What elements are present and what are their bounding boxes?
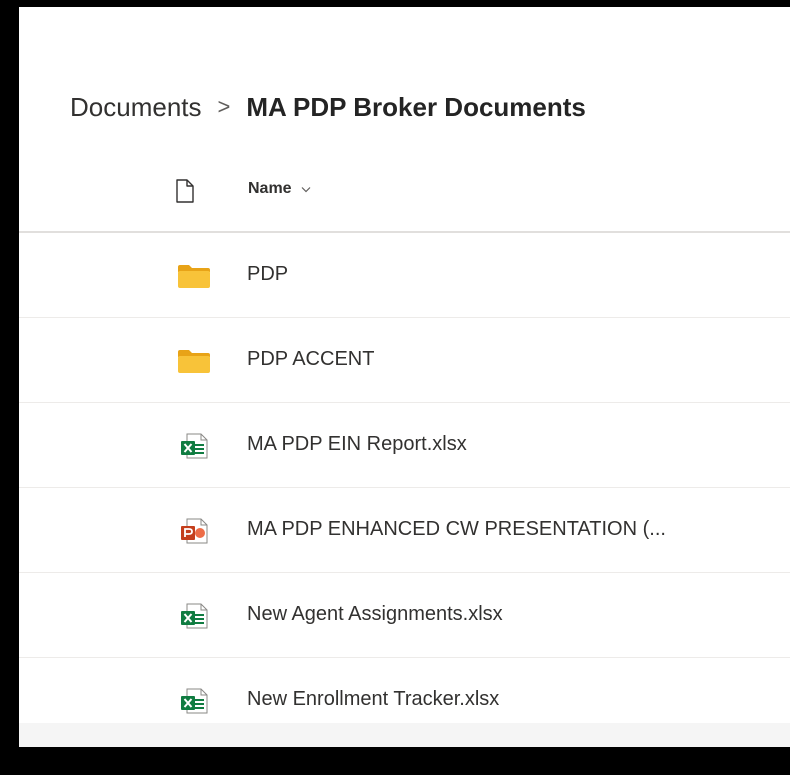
excel-file-icon (177, 688, 211, 714)
list-item-name[interactable]: New Enrollment Tracker.xlsx (247, 688, 499, 711)
breadcrumb: Documents > MA PDP Broker Documents (70, 87, 586, 127)
list-item[interactable]: PDP (19, 233, 790, 318)
list-header: Name (19, 167, 790, 233)
excel-file-icon (177, 433, 211, 459)
breadcrumb-documents-link[interactable]: Documents (70, 92, 202, 123)
list-item[interactable]: PDP ACCENT (19, 318, 790, 403)
list-item[interactable]: New Agent Assignments.xlsx (19, 573, 790, 658)
list-item-name[interactable]: MA PDP ENHANCED CW PRESENTATION (... (247, 518, 666, 541)
folder-icon (177, 263, 211, 289)
list-item-name[interactable]: New Agent Assignments.xlsx (247, 603, 503, 626)
list-item-name[interactable]: PDP ACCENT (247, 348, 374, 371)
list-item[interactable]: MA PDP EIN Report.xlsx (19, 403, 790, 488)
chevron-down-icon (301, 186, 311, 192)
file-list: PDP PDP ACCENT MA PDP EIN Report.xlsx MA… (19, 233, 790, 744)
file-icon[interactable] (175, 179, 195, 203)
document-library-window: Documents > MA PDP Broker Documents Name (0, 0, 790, 775)
powerpoint-file-icon (177, 518, 211, 544)
excel-file-icon (177, 603, 211, 629)
list-item[interactable]: MA PDP ENHANCED CW PRESENTATION (... (19, 488, 790, 573)
breadcrumb-current-folder: MA PDP Broker Documents (246, 91, 586, 122)
folder-icon (177, 348, 211, 374)
list-item-name[interactable]: PDP (247, 263, 288, 286)
name-column-header[interactable]: Name (248, 180, 311, 198)
list-item-name[interactable]: MA PDP EIN Report.xlsx (247, 433, 467, 456)
breadcrumb-separator: > (217, 94, 231, 119)
name-column-label: Name (248, 180, 292, 197)
list-footer (19, 723, 790, 747)
